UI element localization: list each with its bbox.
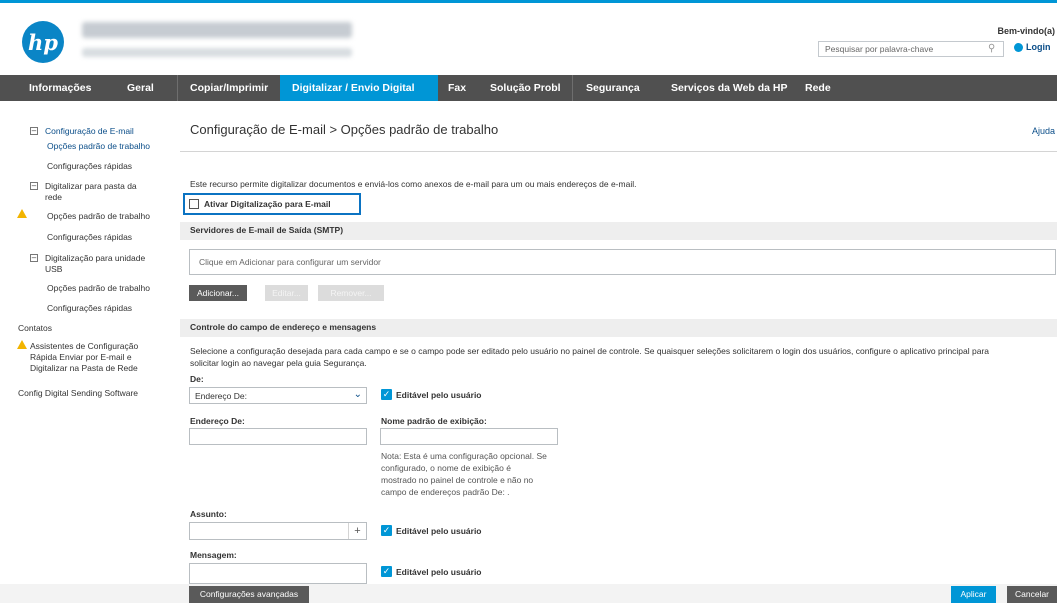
warning-icon bbox=[17, 209, 27, 218]
login-icon bbox=[1014, 42, 1023, 52]
sidebar-item-contacts[interactable]: Contatos bbox=[18, 323, 52, 334]
tab-informacoes[interactable]: Informações bbox=[0, 75, 115, 101]
collapse-toggle-email[interactable]: – bbox=[30, 127, 38, 135]
address-description-2: solicitar login ao navegar pela guia Seg… bbox=[190, 358, 367, 368]
apply-button[interactable]: Aplicar bbox=[951, 586, 996, 603]
printer-address-blurred bbox=[82, 48, 352, 57]
display-name-field[interactable] bbox=[380, 428, 558, 445]
divider bbox=[180, 151, 1057, 152]
message-field[interactable] bbox=[189, 563, 367, 584]
address-description-1: Selecione a configuração desejada para c… bbox=[190, 346, 990, 356]
smtp-section-header: Servidores de E-mail de Saída (SMTP) bbox=[180, 222, 1057, 240]
printer-model-blurred bbox=[82, 22, 352, 38]
display-name-note-1: Nota: Esta é uma configuração opcional. … bbox=[381, 451, 547, 461]
page-title: Configuração de E-mail > Opções padrão d… bbox=[190, 122, 499, 137]
tab-digitalizar-envio-digital[interactable]: Digitalizar / Envio Digital bbox=[280, 75, 438, 101]
subject-editable-label: Editável pelo usuário bbox=[396, 526, 482, 536]
subject-field[interactable]: + bbox=[189, 522, 367, 540]
smtp-placeholder: Clique em Adicionar para configurar um s… bbox=[199, 257, 381, 267]
hp-logo-text: hp bbox=[28, 29, 58, 55]
collapse-toggle-folder[interactable]: – bbox=[30, 182, 38, 190]
add-token-icon[interactable]: + bbox=[348, 523, 366, 539]
intro-text: Este recurso permite digitalizar documen… bbox=[190, 179, 637, 189]
display-name-note-4: campo de endereços padrão De: . bbox=[381, 487, 510, 497]
search-placeholder: Pesquisar por palavra-chave bbox=[825, 44, 934, 54]
search-input[interactable]: Pesquisar por palavra-chave ⚲ bbox=[818, 41, 1004, 57]
sidebar-item-wizard-2[interactable]: Rápida Enviar por E-mail e bbox=[30, 352, 132, 363]
tab-fax[interactable]: Fax bbox=[438, 75, 482, 101]
message-editable-label: Editável pelo usuário bbox=[396, 567, 482, 577]
enable-scan-to-email-checkbox[interactable] bbox=[189, 199, 199, 209]
action-bar bbox=[0, 584, 1057, 603]
subject-label: Assunto: bbox=[190, 509, 227, 519]
smtp-server-list[interactable]: Clique em Adicionar para configurar um s… bbox=[189, 249, 1056, 275]
tab-seguranca[interactable]: Segurança bbox=[573, 75, 657, 101]
from-label: De: bbox=[190, 374, 204, 384]
sidebar-item-usb-2[interactable]: USB bbox=[45, 264, 62, 275]
login-link[interactable]: Login bbox=[1014, 42, 1051, 52]
sidebar-item-folder-1[interactable]: Digitalizar para pasta da bbox=[45, 181, 137, 192]
address-section-header: Controle do campo de endereço e mensagen… bbox=[180, 319, 1057, 337]
tab-solucao-probl[interactable]: Solução Probl bbox=[482, 75, 572, 101]
tab-servicos-web-hp[interactable]: Serviços da Web da HP bbox=[657, 75, 805, 101]
sidebar-item-usb-quick[interactable]: Configurações rápidas bbox=[47, 303, 132, 314]
smtp-section-title: Servidores de E-mail de Saída (SMTP) bbox=[190, 225, 344, 235]
message-editable-checkbox[interactable]: ✓ bbox=[381, 566, 392, 577]
sidebar-item-usb-1[interactable]: Digitalização para unidade bbox=[45, 253, 145, 264]
sidebar-item-email-default-opts[interactable]: Opções padrão de trabalho bbox=[47, 141, 150, 152]
welcome-text: Bem-vindo(a) bbox=[997, 26, 1055, 36]
hp-logo[interactable]: hp bbox=[22, 21, 64, 63]
display-name-note-2: configurado, o nome de exibição é bbox=[381, 463, 511, 473]
edit-server-button[interactable]: Editar... bbox=[265, 285, 308, 301]
from-editable-checkbox[interactable]: ✓ bbox=[381, 389, 392, 400]
collapse-toggle-usb[interactable]: – bbox=[30, 254, 38, 262]
cancel-button[interactable]: Cancelar bbox=[1007, 586, 1057, 603]
sidebar-item-usb-default-opts[interactable]: Opções padrão de trabalho bbox=[47, 283, 150, 294]
display-name-note-3: mostrado no painel de controle e não no bbox=[381, 475, 534, 485]
from-address-field[interactable] bbox=[189, 428, 367, 445]
login-label: Login bbox=[1026, 42, 1051, 52]
help-link[interactable]: Ajuda bbox=[1032, 126, 1055, 136]
from-select[interactable]: Endereço De: ⌄ bbox=[189, 387, 367, 404]
warning-icon bbox=[17, 340, 27, 349]
sidebar-item-email-config[interactable]: Configuração de E-mail bbox=[45, 126, 134, 137]
main-nav: Informações Geral Copiar/Imprimir Digita… bbox=[0, 75, 1057, 101]
from-editable-label: Editável pelo usuário bbox=[396, 390, 482, 400]
display-name-label: Nome padrão de exibição: bbox=[381, 416, 487, 426]
tab-copiar-imprimir[interactable]: Copiar/Imprimir bbox=[178, 75, 280, 101]
sidebar-item-folder-quick[interactable]: Configurações rápidas bbox=[47, 232, 132, 243]
search-icon[interactable]: ⚲ bbox=[988, 43, 1000, 55]
advanced-settings-button[interactable]: Configurações avançadas bbox=[189, 586, 309, 603]
chevron-down-icon: ⌄ bbox=[353, 389, 362, 400]
sidebar-item-wizard-3[interactable]: Digitalizar na Pasta de Rede bbox=[30, 363, 138, 374]
tab-rede[interactable]: Rede bbox=[805, 75, 865, 101]
sidebar-item-folder-default-opts[interactable]: Opções padrão de trabalho bbox=[47, 211, 150, 222]
top-accent-line bbox=[0, 0, 1057, 3]
message-label: Mensagem: bbox=[190, 550, 237, 560]
add-server-button[interactable]: Adicionar... bbox=[189, 285, 247, 301]
tab-geral[interactable]: Geral bbox=[115, 75, 177, 101]
sidebar-item-email-quick[interactable]: Configurações rápidas bbox=[47, 161, 132, 172]
sidebar-item-folder-2[interactable]: rede bbox=[45, 192, 62, 203]
subject-editable-checkbox[interactable]: ✓ bbox=[381, 525, 392, 536]
enable-scan-to-email-label: Ativar Digitalização para E-mail bbox=[204, 199, 331, 209]
from-address-label: Endereço De: bbox=[190, 416, 245, 426]
from-select-value: Endereço De: bbox=[195, 391, 247, 401]
address-section-title: Controle do campo de endereço e mensagen… bbox=[190, 322, 377, 332]
remove-server-button[interactable]: Remover... bbox=[318, 285, 384, 301]
sidebar-item-wizard-1[interactable]: Assistentes de Configuração bbox=[30, 341, 138, 352]
sidebar-item-digital-sending[interactable]: Config Digital Sending Software bbox=[18, 388, 138, 399]
